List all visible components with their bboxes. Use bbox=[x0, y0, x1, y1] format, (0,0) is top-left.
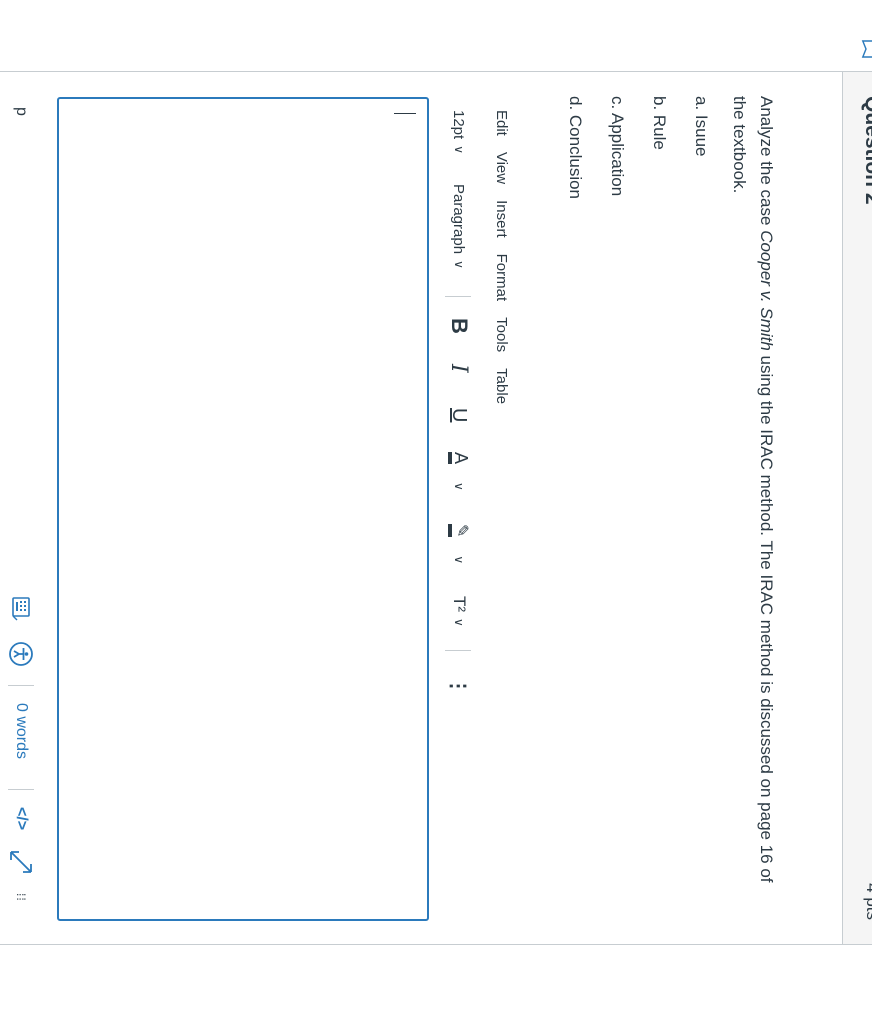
font-size-select[interactable]: 12pt ∨ bbox=[444, 110, 474, 154]
font-size-value: 12pt bbox=[450, 110, 468, 140]
option-issue: a. Isuue bbox=[692, 96, 711, 157]
text-color-icon: A bbox=[448, 452, 471, 465]
case-name: Cooper v. Smith bbox=[757, 230, 776, 351]
prompt-text-start: Analyze the case bbox=[757, 96, 776, 231]
text-caret bbox=[394, 113, 416, 114]
chevron-down-icon: ∨ bbox=[452, 145, 466, 154]
fullscreen-button[interactable] bbox=[6, 849, 36, 875]
chevron-down-icon: ∨ bbox=[452, 260, 466, 269]
question-title: Question 2 bbox=[861, 96, 872, 205]
menu-insert[interactable]: Insert bbox=[486, 200, 510, 238]
bold-button[interactable]: B bbox=[444, 318, 474, 334]
editor-toolbar: 12pt ∨ Paragraph ∨ B I U A ∨ ✎ ∨ T² ∨ ⋮ bbox=[444, 96, 474, 896]
editor-statusbar: p 0 words </> ⁞⁞ bbox=[0, 97, 36, 921]
rotated-page: Question 2 4 pts Analyze the case Cooper… bbox=[0, 0, 872, 1024]
element-path[interactable]: p bbox=[6, 107, 36, 116]
option-conclusion: d. Conclusion bbox=[566, 96, 585, 200]
menu-tools[interactable]: Tools bbox=[486, 317, 510, 352]
html-editor-toggle[interactable]: </> bbox=[6, 807, 36, 830]
keyboard-shortcuts-button[interactable] bbox=[6, 597, 36, 621]
question-card: Question 2 4 pts Analyze the case Cooper… bbox=[0, 71, 872, 945]
chevron-down-icon: ∨ bbox=[452, 618, 466, 627]
text-color-button[interactable]: A ∨ bbox=[444, 452, 474, 491]
more-options-button[interactable]: ⋮ bbox=[444, 676, 474, 696]
block-format-value: Paragraph bbox=[450, 184, 468, 255]
underline-icon: U bbox=[448, 408, 471, 423]
option-application: c. Application bbox=[608, 96, 627, 197]
editor-menubar: Edit View Insert Format Tools Table bbox=[486, 110, 510, 420]
question-header: Question 2 4 pts bbox=[842, 72, 872, 944]
italic-icon: I bbox=[446, 364, 472, 373]
highlighter-icon: ✎ bbox=[448, 524, 470, 538]
underline-button[interactable]: U bbox=[444, 408, 474, 422]
resize-handle[interactable]: ⁞⁞ bbox=[6, 893, 36, 902]
superscript-icon: T² bbox=[450, 596, 469, 613]
question-points: 4 pts bbox=[863, 883, 872, 920]
toolbar-divider bbox=[445, 296, 471, 297]
bold-icon: B bbox=[447, 318, 472, 334]
statusbar-divider bbox=[8, 685, 34, 686]
more-icon: ⋮ bbox=[447, 676, 470, 696]
accessibility-icon bbox=[9, 642, 33, 666]
question-prompt: Analyze the case Cooper v. Smith using t… bbox=[726, 96, 780, 896]
option-rule: b. Rule bbox=[650, 96, 669, 150]
menu-edit[interactable]: Edit bbox=[486, 110, 510, 136]
menu-view[interactable]: View bbox=[486, 152, 510, 184]
word-count[interactable]: 0 words bbox=[6, 703, 36, 759]
flag-question-icon[interactable] bbox=[858, 36, 872, 62]
rich-text-editor[interactable] bbox=[57, 97, 429, 921]
statusbar-divider bbox=[8, 789, 34, 790]
menu-table[interactable]: Table bbox=[486, 368, 510, 404]
chevron-down-icon: ∨ bbox=[452, 482, 466, 491]
block-format-select[interactable]: Paragraph ∨ bbox=[444, 184, 474, 269]
toolbar-divider bbox=[445, 650, 471, 651]
highlight-color-button[interactable]: ✎ ∨ bbox=[444, 524, 474, 564]
expand-icon bbox=[10, 851, 32, 873]
keyboard-icon bbox=[12, 597, 30, 621]
drag-handle-icon: ⁞⁞ bbox=[14, 893, 28, 902]
accessibility-checker-button[interactable] bbox=[6, 641, 36, 667]
chevron-down-icon: ∨ bbox=[452, 555, 466, 565]
superscript-button[interactable]: T² ∨ bbox=[444, 596, 474, 627]
italic-button[interactable]: I bbox=[444, 364, 474, 373]
menu-format[interactable]: Format bbox=[486, 254, 510, 302]
